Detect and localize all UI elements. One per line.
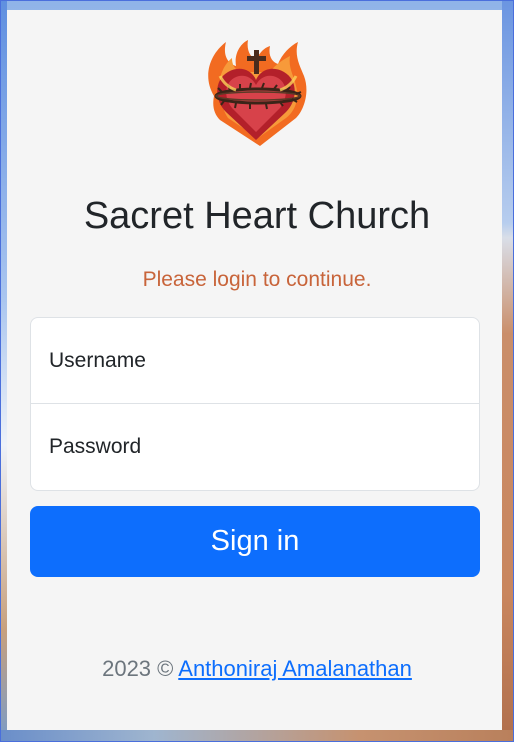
- username-field[interactable]: [30, 317, 480, 404]
- copyright-text: 2023 ©: [102, 656, 174, 681]
- password-input[interactable]: [31, 404, 479, 490]
- password-field[interactable]: [30, 403, 480, 491]
- author-link[interactable]: Anthoniraj Amalanathan: [178, 656, 412, 681]
- footer: 2023 © Anthoniraj Amalanathan: [0, 655, 514, 683]
- sign-in-button[interactable]: Sign in: [30, 506, 480, 577]
- page-title: Sacret Heart Church: [83, 195, 431, 237]
- background-image-bottom: [1, 730, 513, 741]
- background-image-right: [502, 1, 513, 741]
- username-input[interactable]: [31, 318, 479, 403]
- sacred-heart-icon: [208, 40, 307, 146]
- login-prompt: Please login to continue.: [142, 268, 372, 291]
